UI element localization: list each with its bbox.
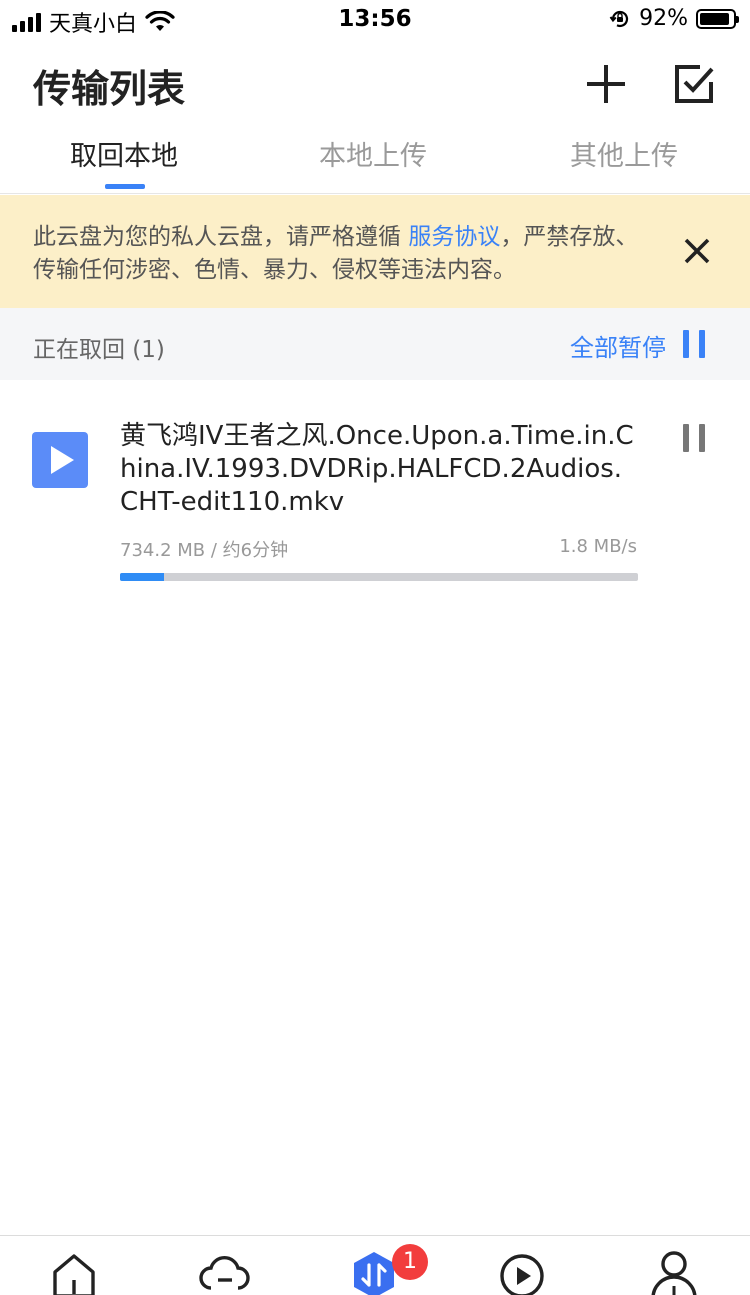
cloud-icon [199,1256,250,1290]
profile-icon [651,1251,697,1295]
transfer-badge: 1 [392,1244,428,1280]
page-title: 传输列表 [33,67,186,111]
battery-fill [700,12,730,25]
tab-local-upload[interactable]: 本地上传 [319,134,427,173]
nav-home[interactable] [50,1250,102,1295]
notice-text-before: 此云盘为您的私人云盘，请严格遵循 [33,224,409,250]
file-name: 黄飞鸿IV王者之风.Once.Upon.a.Time.in.China.IV.1… [120,421,634,517]
progress-fill [120,573,165,581]
section-label: 正在取回 (1) [33,337,165,363]
battery-icon [696,8,739,29]
pause-icon[interactable] [683,330,705,358]
rotation-lock-icon [609,10,629,27]
transfer-speed: 1.8 MB/s [559,536,637,557]
battery-percent: 92% [639,6,688,31]
plus-icon [587,65,625,103]
transfer-icon [354,1252,394,1295]
play-icon [51,446,74,474]
home-icon [53,1254,95,1295]
checkbox-icon [675,65,714,103]
section-header: 正在取回 (1) 全部暂停 [0,308,750,380]
service-agreement-link[interactable]: 服务协议 [408,224,500,250]
nav-video[interactable] [498,1250,550,1295]
video-file-icon [32,432,88,488]
tab-indicator [105,184,145,189]
item-pause-icon[interactable] [683,424,705,452]
select-button[interactable] [672,62,716,106]
add-button[interactable] [584,62,628,106]
status-bar: 天真小白 13:56 92% [0,0,750,40]
nav-cloud[interactable] [198,1250,250,1295]
bottom-nav [0,1235,750,1295]
close-icon [684,238,710,264]
notice-close-button[interactable] [680,234,714,268]
notice-banner: 此云盘为您的私人云盘，请严格遵循 服务协议，严禁存放、传输任何涉密、色情、暴力、… [0,195,750,308]
status-right: 92% [609,6,739,31]
file-size-eta: 734.2 MB / 约6分钟 [120,540,289,561]
nav-profile[interactable] [648,1250,700,1295]
progress-bar [120,573,638,581]
pause-all-button[interactable]: 全部暂停 [570,328,666,363]
tab-bar: 取回本地 本地上传 其他上传 [0,120,750,194]
notice-text: 此云盘为您的私人云盘，请严格遵循 服务协议，严禁存放、传输任何涉密、色情、暴力、… [33,221,643,287]
tab-retrieve-local[interactable]: 取回本地 [70,134,178,173]
tab-other-upload[interactable]: 其他上传 [570,134,678,173]
play-circle-icon [500,1254,544,1295]
